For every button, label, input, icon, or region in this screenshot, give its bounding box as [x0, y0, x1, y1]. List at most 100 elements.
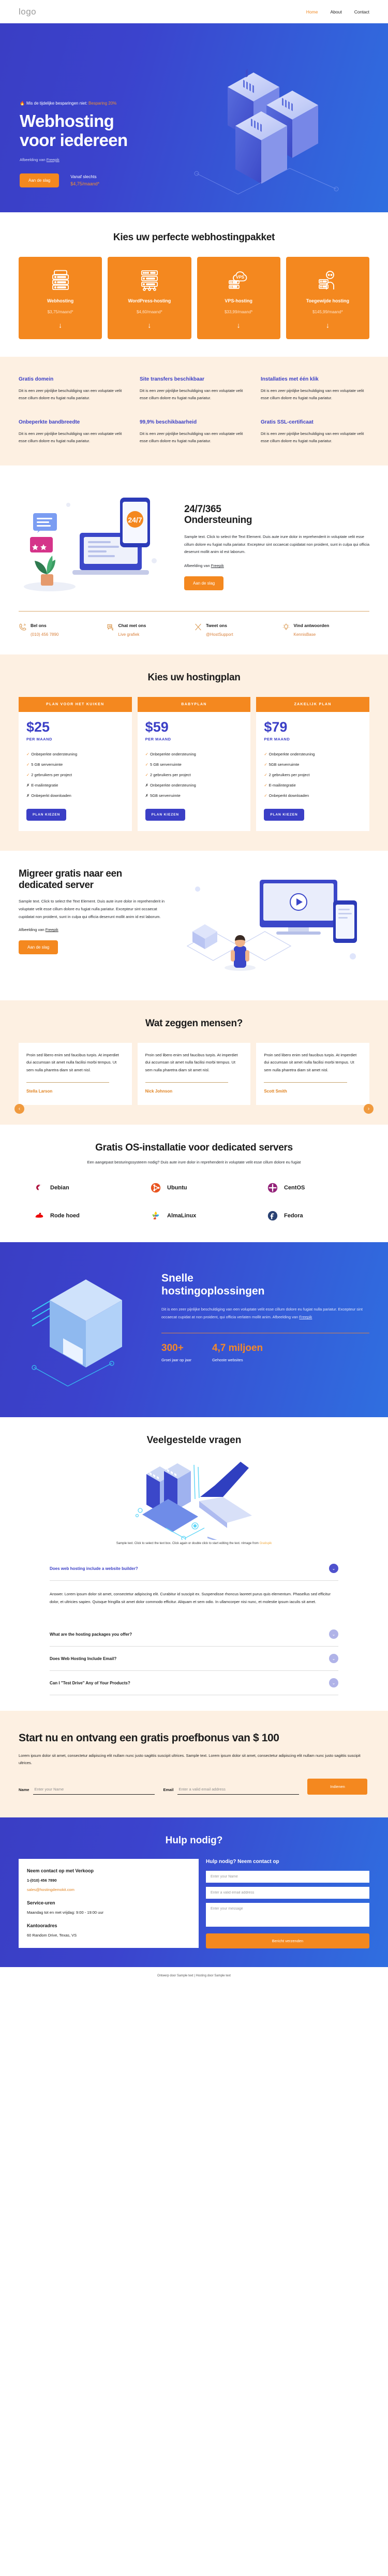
cross-icon: ✗: [145, 782, 148, 788]
contact-value[interactable]: (010) 456 7890: [31, 632, 58, 637]
plan-period: PER MAAND: [264, 736, 290, 741]
testimonial-name: Scott Smith: [264, 1089, 287, 1094]
stat-label: Groei jaar op jaar: [161, 1358, 191, 1362]
os-item-centos[interactable]: CentOS: [252, 1182, 369, 1194]
help-form-email-input[interactable]: [206, 1886, 369, 1899]
dedicated-support-icon: [316, 268, 339, 292]
testimonials-next-button[interactable]: ›: [364, 1103, 374, 1114]
check-icon: ✓: [145, 772, 148, 777]
faq-question-row[interactable]: Does web hosting include a website build…: [50, 1556, 338, 1580]
faq-question-row[interactable]: What are the hosting packages you offer?…: [50, 1622, 338, 1646]
plan-select-button[interactable]: PLAN KIEZEN: [145, 808, 185, 821]
hero-price-block: Vanaf slechts $4,75/maand*: [70, 174, 99, 186]
feature-title: Onbeperkte bandbreedte: [19, 419, 80, 425]
package-card-vps[interactable]: VPS VPS-hosting $33,99/maand* ↓: [197, 257, 280, 339]
faq-note-link[interactable]: Gratispik: [260, 1542, 272, 1545]
migrate-cta-button[interactable]: Aan de slag: [19, 940, 58, 955]
faq-question-row[interactable]: Does Web Hosting Include Email? ⌄: [50, 1647, 338, 1670]
plan-feature-label: Onbeperkte ondersteuning: [150, 751, 196, 756]
testimonial-divider: [26, 1082, 110, 1083]
package-card-webhosting[interactable]: Webhosting $3,75/maand* ↓: [19, 257, 102, 339]
package-arrow: ↓: [236, 321, 241, 329]
fedora-logo-icon: [267, 1211, 278, 1221]
contact-method-tweet[interactable]: Tweet ons @HostSupport: [194, 623, 282, 637]
help-card-email[interactable]: sales@hostingdemokit.com: [27, 1887, 190, 1892]
help-card-phone[interactable]: 1-(010) 456 7890: [27, 1878, 190, 1883]
help-form-submit-button[interactable]: Bericht verzenden: [206, 1933, 369, 1948]
trial-name-input[interactable]: [33, 1785, 155, 1795]
chevron-down-icon[interactable]: ⌄: [329, 1629, 338, 1639]
plan-feature: ✓ E-mailintegratie: [264, 783, 362, 788]
check-icon: ✓: [145, 751, 148, 756]
contact-method-chat[interactable]: Chat met ons Live grafiek: [107, 623, 195, 637]
testimonials-row: Proin sed libero enim sed faucibus turpi…: [19, 1042, 370, 1105]
testimonials-section: Wat zeggen mensen? ‹ › Proin sed libero …: [0, 1000, 388, 1125]
chevron-down-icon[interactable]: ⌄: [329, 1564, 338, 1574]
package-card-dedicated[interactable]: Toegewijde hosting $145,99/maand* ↓: [286, 257, 369, 339]
packages-title: Kies uw perfecte webhostingpakket: [113, 232, 275, 243]
hero-title: Webhosting voor iedereen: [20, 111, 171, 150]
contact-method-call[interactable]: Bel ons (010) 456 7890: [19, 623, 107, 637]
trial-body: Lorem ipsum dolor sit amet, consectetur …: [19, 1753, 361, 1766]
os-name: Fedora: [284, 1213, 303, 1219]
support-section: 24/7 24/7/365 Ondersteuning Sample text.…: [0, 465, 388, 608]
plan-select-button[interactable]: PLAN KIEZEN: [264, 808, 304, 821]
plan-select-button[interactable]: PLAN KIEZEN: [26, 808, 67, 821]
chevron-down-icon[interactable]: ⌄: [329, 1678, 338, 1688]
package-name: Toegewijde hosting: [306, 298, 350, 303]
os-grid: Debian Ubuntu CentOS Rode hoed AlmaLinux…: [19, 1182, 369, 1221]
cross-icon: ✗: [26, 793, 30, 798]
feature-item: Gratis SSL-certificaat Dit is een zeer p…: [261, 419, 369, 445]
os-item-debian[interactable]: Debian: [19, 1182, 136, 1194]
check-icon: ✓: [145, 762, 148, 767]
speed-credit-link[interactable]: Freepik: [299, 1315, 312, 1319]
feature-title: 99,9% beschikbaarheid: [140, 419, 197, 425]
support-credit-link[interactable]: Freepik: [211, 563, 224, 568]
trial-email-input[interactable]: [177, 1785, 300, 1795]
features-grid: Gratis domein Dit is een zeer pijnlijke …: [19, 376, 369, 445]
trial-submit-button[interactable]: Indienen: [307, 1778, 368, 1795]
contact-title: Bel ons: [31, 622, 47, 628]
chevron-down-icon[interactable]: ⌄: [329, 1654, 338, 1664]
testimonial-quote: Proin sed libero enim sed faucibus turpi…: [264, 1052, 357, 1072]
plan-price: $25: [26, 719, 50, 735]
fire-icon: 🔥: [20, 101, 25, 106]
trial-title: Start nu en ontvang een gratis proefbonu…: [19, 1732, 279, 1744]
nav-link-contact[interactable]: Contact: [354, 9, 369, 14]
os-item-almalinux[interactable]: AlmaLinux: [136, 1210, 252, 1221]
hero-credit-link[interactable]: Freepik: [47, 157, 59, 162]
support-cta-button[interactable]: Aan de slag: [184, 576, 224, 591]
nav-link-home[interactable]: Home: [306, 9, 318, 14]
plan-feature: ✓ Onbeperkte ondersteuning: [26, 752, 124, 756]
plan-feature-label: 5 GB serverruimte: [150, 762, 182, 767]
help-contact-card: Neem contact op met Verkoop 1-(010) 456 …: [19, 1858, 199, 1948]
contact-strip: Bel ons (010) 456 7890 Chat met ons Live…: [0, 607, 388, 654]
hero-cta-button[interactable]: Aan de slag: [20, 173, 59, 187]
migrate-credit-link[interactable]: Freepik: [46, 927, 58, 932]
wordpress-server-icon: [138, 268, 161, 292]
faq-question-row[interactable]: Can I "Test Drive" Any of Your Products?…: [50, 1671, 338, 1695]
contact-value[interactable]: @HostSupport: [206, 632, 233, 637]
contact-value[interactable]: KennisBase: [294, 632, 330, 637]
package-price: $33,99/maand*: [224, 310, 253, 314]
speed-title-line1: Snelle: [161, 1272, 193, 1285]
package-card-wordpress[interactable]: WordPress-hosting $4,60/maand* ↓: [108, 257, 191, 339]
hero-section: 🔥 Mis de tijdelijke besparingen niet: Bes…: [0, 23, 388, 212]
plan-feature: ✗ E-mailintegratie: [26, 783, 124, 788]
stat-value: 4,7 miljoen: [212, 1343, 263, 1354]
help-form-message-input[interactable]: [206, 1902, 369, 1927]
site-logo[interactable]: logo: [19, 7, 36, 17]
hero-credit-text: Afbeelding van: [20, 157, 47, 162]
contact-method-answers[interactable]: Vind antwoorden KennisBase: [282, 623, 370, 637]
os-item-ubuntu[interactable]: Ubuntu: [136, 1182, 252, 1194]
help-form-name-input[interactable]: [206, 1870, 369, 1883]
testimonials-prev-button[interactable]: ‹: [14, 1103, 24, 1114]
check-icon: ✓: [264, 782, 267, 788]
plan-header: ZAKELIJK PLAN: [256, 696, 370, 712]
os-item-fedora[interactable]: Fedora: [252, 1210, 369, 1221]
faq-note-text: Sample text. Click to select the text bo…: [116, 1542, 260, 1546]
package-price: $3,75/maand*: [47, 310, 73, 314]
contact-value[interactable]: Live grafiek: [118, 632, 146, 637]
os-item-redhat[interactable]: Rode hoed: [19, 1210, 136, 1221]
nav-link-about[interactable]: About: [330, 9, 341, 14]
